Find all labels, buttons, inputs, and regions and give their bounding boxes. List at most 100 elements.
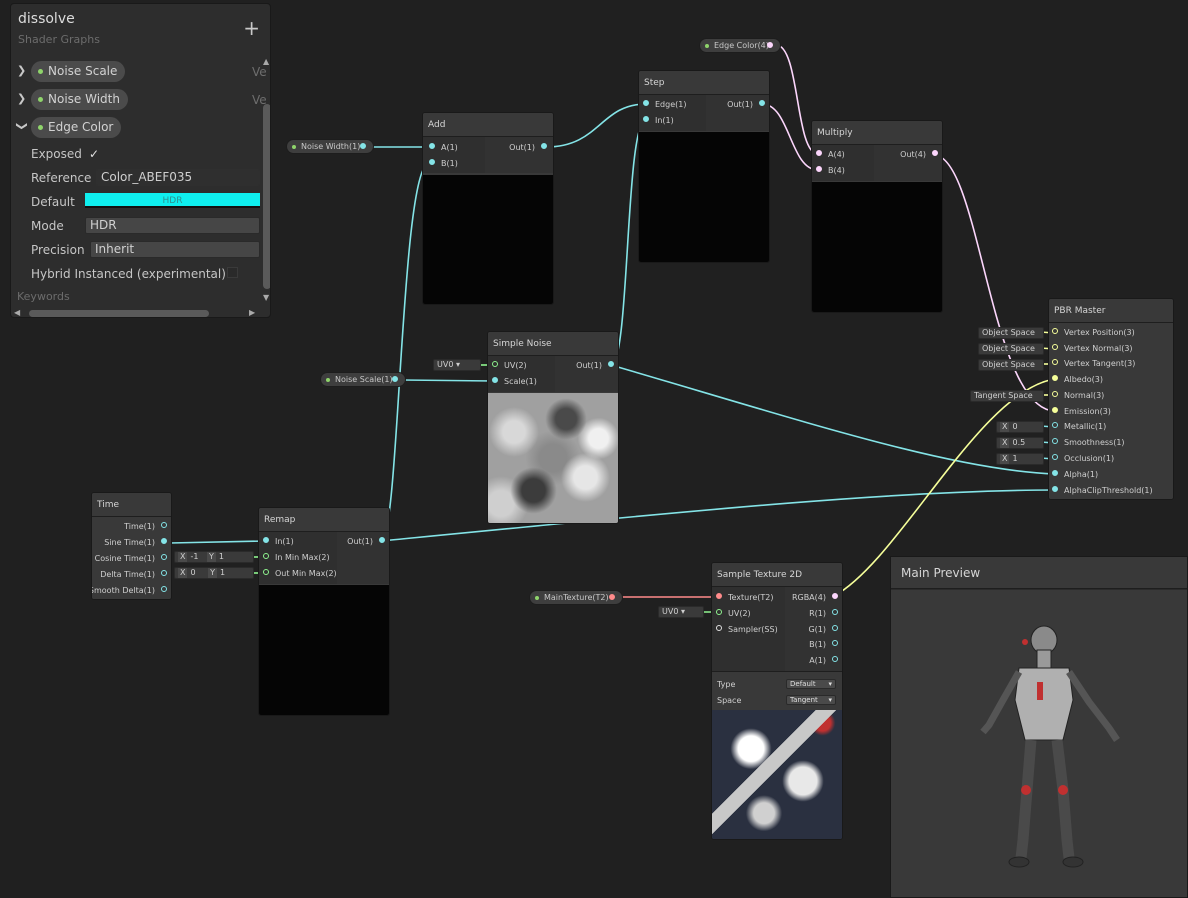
port-dot[interactable] — [716, 609, 722, 615]
output-port[interactable] — [767, 42, 773, 48]
main-preview-viewport[interactable] — [891, 590, 1187, 897]
property-node-main-texture[interactable]: MainTexture(T2) — [529, 590, 623, 605]
mode-dropdown[interactable]: HDR — [85, 217, 260, 234]
input-port-normal[interactable]: Normal(3) — [1052, 391, 1104, 401]
output-port-out[interactable]: Out(4) — [900, 150, 938, 160]
input-port-occlusion[interactable]: Occlusion(1) — [1052, 454, 1114, 464]
input-port-scale[interactable]: Scale(1) — [492, 377, 537, 387]
reference-input[interactable]: Color_ABEF035 — [96, 169, 260, 186]
vertical-scrollbar[interactable] — [261, 62, 270, 302]
port-dot[interactable] — [1052, 486, 1058, 492]
output-port[interactable] — [609, 594, 615, 600]
scroll-down-icon[interactable]: ▼ — [263, 293, 269, 302]
node-time[interactable]: Time Time(1) Sine Time(1) Cosine Time(1)… — [91, 492, 172, 600]
input-port-smoothness[interactable]: Smoothness(1) — [1052, 438, 1125, 448]
port-dot[interactable] — [161, 522, 167, 528]
port-dot[interactable] — [608, 361, 614, 367]
port-dot[interactable] — [832, 656, 838, 662]
input-port-vertex-normal[interactable]: Vertex Normal(3) — [1052, 344, 1133, 354]
port-dot[interactable] — [263, 569, 269, 575]
node-sample-texture-2d[interactable]: Sample Texture 2D Texture(T2) UV(2) Samp… — [711, 562, 843, 840]
output-port[interactable] — [392, 376, 398, 382]
input-port-in-min-max[interactable]: In Min Max(2) — [263, 553, 330, 563]
input-port-a[interactable]: A(4) — [816, 150, 845, 160]
main-preview-panel[interactable]: Main Preview — [890, 556, 1188, 898]
port-dot[interactable] — [643, 116, 649, 122]
scrollbar-thumb[interactable] — [263, 104, 270, 289]
horizontal-scrollbar-thumb[interactable] — [29, 310, 209, 317]
input-port-edge[interactable]: Edge(1) — [643, 100, 686, 110]
vertex-position-space[interactable]: Object Space — [978, 327, 1044, 339]
input-port-alpha-clip-threshold[interactable]: AlphaClipThreshold(1) — [1052, 486, 1153, 496]
input-port-texture[interactable]: Texture(T2) — [716, 593, 774, 603]
port-dot[interactable] — [716, 625, 722, 631]
port-dot[interactable] — [643, 100, 649, 106]
x-value[interactable]: 0 — [190, 568, 195, 577]
input-port-b[interactable]: B(4) — [816, 166, 845, 176]
node-simple-noise[interactable]: Simple Noise UV(2) Scale(1) Out(1) — [487, 331, 619, 524]
port-dot[interactable] — [716, 593, 722, 599]
output-port-sine-time[interactable]: Sine Time(1) — [104, 538, 167, 548]
port-dot[interactable] — [832, 593, 838, 599]
output-port-smooth-delta[interactable]: Smooth Delta(1) — [92, 586, 167, 596]
smoothness-input[interactable]: X 0.5 — [996, 437, 1044, 449]
input-port-a[interactable]: A(1) — [429, 143, 458, 153]
port-dot[interactable] — [429, 143, 435, 149]
in-min-max-input[interactable]: X -1 Y1 — [174, 551, 254, 563]
node-add[interactable]: Add A(1) B(1) Out(1) — [422, 112, 554, 305]
port-dot[interactable] — [832, 609, 838, 615]
port-dot[interactable] — [932, 150, 938, 156]
input-port-b[interactable]: B(1) — [429, 159, 458, 169]
port-dot[interactable] — [161, 554, 167, 560]
scroll-right-icon[interactable]: ▶ — [249, 308, 255, 317]
port-dot[interactable] — [1052, 407, 1058, 413]
output-port-out[interactable]: Out(1) — [727, 100, 765, 110]
type-dropdown[interactable]: Default ▾ — [786, 679, 836, 689]
normal-space[interactable]: Tangent Space — [970, 390, 1044, 402]
exposed-checkbox[interactable]: ✓ — [89, 147, 99, 161]
add-property-button[interactable]: + — [243, 18, 260, 38]
output-port-rgba[interactable]: RGBA(4) — [792, 593, 838, 603]
vertex-normal-space[interactable]: Object Space — [978, 343, 1044, 355]
port-dot[interactable] — [1052, 359, 1058, 365]
port-dot[interactable] — [161, 538, 167, 544]
input-port-sampler[interactable]: Sampler(SS) — [716, 625, 778, 635]
port-dot[interactable] — [1052, 454, 1058, 460]
port-dot[interactable] — [161, 570, 167, 576]
precision-dropdown[interactable]: Inherit — [90, 241, 260, 258]
property-node-noise-width[interactable]: Noise Width(1) — [286, 139, 374, 154]
property-pill[interactable]: Noise Scale — [31, 61, 126, 82]
port-dot[interactable] — [1052, 344, 1058, 350]
output-port-time[interactable]: Time(1) — [124, 522, 167, 532]
port-dot[interactable] — [832, 625, 838, 631]
port-dot[interactable] — [1052, 328, 1058, 334]
port-dot[interactable] — [816, 150, 822, 156]
metallic-value[interactable]: 0 — [1012, 422, 1017, 431]
port-dot[interactable] — [1052, 375, 1058, 381]
metallic-input[interactable]: X0 — [996, 421, 1044, 433]
y-value[interactable]: 1 — [220, 568, 225, 577]
port-dot[interactable] — [161, 586, 167, 592]
chevron-right-icon[interactable]: ❯ — [17, 64, 27, 77]
property-node-noise-scale[interactable]: Noise Scale(1) — [320, 372, 406, 387]
port-dot[interactable] — [492, 361, 498, 367]
port-dot[interactable] — [379, 537, 385, 543]
property-pill[interactable]: Noise Width — [31, 89, 128, 110]
property-pill[interactable]: Edge Color — [31, 117, 122, 138]
input-port-in[interactable]: In(1) — [263, 537, 294, 547]
output-port-out[interactable]: Out(1) — [576, 361, 614, 371]
hybrid-instanced-checkbox[interactable] — [227, 267, 238, 278]
scroll-up-icon[interactable]: ▲ — [263, 57, 269, 66]
input-port-albedo[interactable]: Albedo(3) — [1052, 375, 1103, 385]
output-port-a[interactable]: A(1) — [809, 656, 838, 666]
occlusion-value[interactable]: 1 — [1012, 454, 1017, 463]
chevron-right-icon[interactable]: ❯ — [17, 92, 27, 105]
node-pbr-master[interactable]: PBR Master Vertex Position(3) Vertex Nor… — [1048, 298, 1174, 500]
input-port-vertex-position[interactable]: Vertex Position(3) — [1052, 328, 1135, 338]
output-port-r[interactable]: R(1) — [809, 609, 838, 619]
port-dot[interactable] — [263, 553, 269, 559]
input-port-alpha[interactable]: Alpha(1) — [1052, 470, 1098, 480]
property-node-edge-color[interactable]: Edge Color(4) — [699, 38, 781, 53]
output-port-g[interactable]: G(1) — [808, 625, 838, 635]
node-step[interactable]: Step Edge(1) In(1) Out(1) — [638, 70, 770, 263]
